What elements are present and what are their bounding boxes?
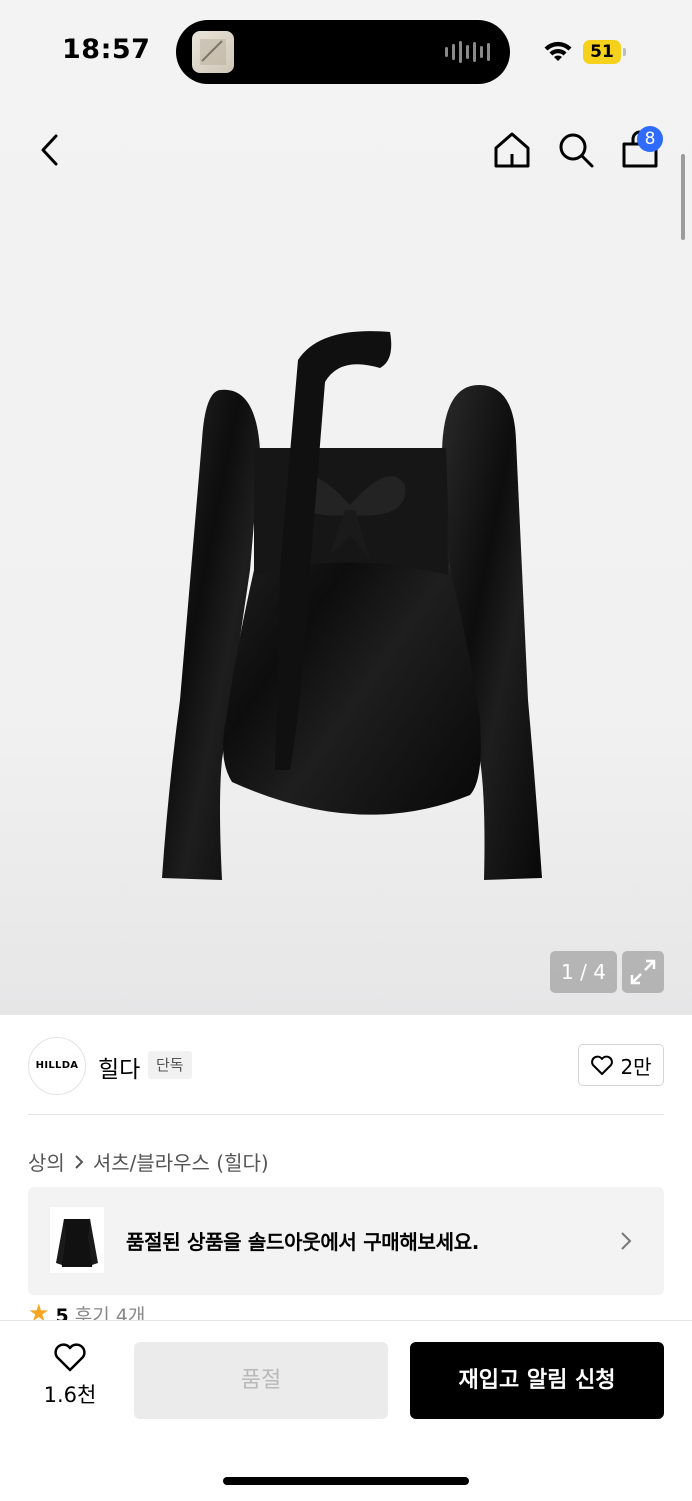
- status-time: 18:57: [62, 34, 151, 65]
- wifi-icon: [544, 41, 572, 61]
- image-counter: 1 / 4: [550, 951, 617, 993]
- brand-name[interactable]: 힐다: [98, 1050, 140, 1084]
- search-icon[interactable]: [554, 128, 598, 172]
- now-playing-thumbnail: [192, 31, 234, 73]
- restock-alert-button[interactable]: 재입고 알림 신청: [410, 1342, 664, 1419]
- product-like-button[interactable]: 1.6천: [40, 1341, 100, 1409]
- cart-count-badge: 8: [637, 126, 663, 152]
- soldout-button[interactable]: 품절: [134, 1342, 388, 1419]
- soldout-banner-text: 품절된 상품을 솔드아웃에서 구매해보세요.: [126, 1230, 480, 1254]
- brand-logo[interactable]: HILLDA: [28, 1037, 86, 1095]
- product-image[interactable]: [150, 320, 550, 890]
- dynamic-island[interactable]: [176, 20, 510, 84]
- heart-icon: [54, 1343, 86, 1372]
- bottom-action-bar: 1.6천 품절 재입고 알림 신청: [0, 1320, 692, 1501]
- divider: [28, 1114, 664, 1115]
- home-indicator[interactable]: [223, 1477, 469, 1485]
- scrollbar[interactable]: [681, 154, 685, 240]
- heart-icon: [591, 1055, 614, 1075]
- chevron-right-icon: [75, 1154, 84, 1169]
- review-count: 후기 4개: [74, 1305, 146, 1320]
- battery-level: 51: [583, 40, 621, 64]
- back-arrow-icon[interactable]: [28, 128, 72, 172]
- audio-wave-icon: [445, 40, 490, 64]
- review-score: 5: [55, 1305, 69, 1320]
- brand-like-button[interactable]: 2만: [578, 1044, 664, 1086]
- exclusive-tag: 단독: [148, 1051, 192, 1079]
- chevron-right-icon: [621, 1232, 632, 1250]
- product-like-count: 1.6천: [43, 1383, 97, 1407]
- breadcrumb-item-category[interactable]: 상의: [28, 1147, 65, 1176]
- breadcrumb-item-subcategory[interactable]: 셔츠/블라우스 (힐다): [93, 1147, 269, 1176]
- soldout-banner[interactable]: 품절된 상품을 솔드아웃에서 구매해보세요.: [28, 1187, 664, 1295]
- breadcrumb: 상의 셔츠/블라우스 (힐다): [28, 1147, 269, 1176]
- review-summary[interactable]: ★ 5 후기 4개: [28, 1300, 145, 1320]
- home-icon[interactable]: [490, 128, 534, 172]
- battery-icon: 51: [583, 40, 626, 64]
- expand-icon[interactable]: [622, 951, 664, 993]
- star-icon: ★: [28, 1300, 50, 1320]
- battery-tip: [623, 48, 626, 56]
- soldout-product-thumbnail: [50, 1207, 104, 1273]
- brand-like-count: 2만: [620, 1054, 652, 1079]
